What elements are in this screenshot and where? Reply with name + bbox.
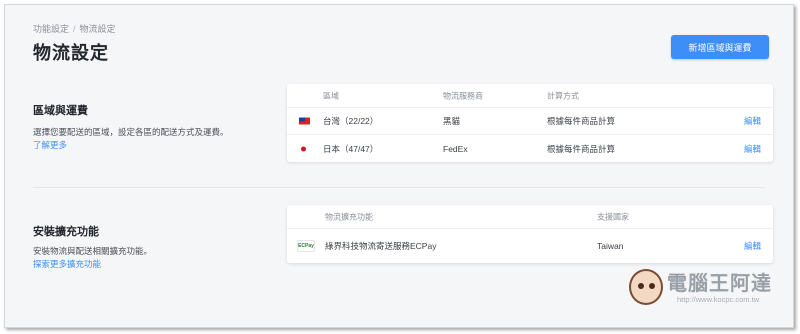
calculation-method: 根據每件商品計算 xyxy=(547,143,616,154)
japan-flag-icon xyxy=(301,146,306,151)
watermark: 電腦王阿達 http://www.kocpc.com.tw xyxy=(629,267,779,313)
learn-more-link[interactable]: 了解更多 xyxy=(33,139,67,151)
provider-name: FedEx xyxy=(443,143,468,154)
column-header-method: 計算方式 xyxy=(547,91,579,100)
app-window: 功能設定 / 物流設定 物流設定 新增區域與運費 區域與運費 選擇您要配送的區域，設… xyxy=(4,4,794,328)
table-row[interactable]: 台灣（22/22） 黑貓 根據每件商品計算 編輯 xyxy=(287,108,773,135)
explore-extensions-link[interactable]: 探索更多擴充功能 xyxy=(33,258,101,270)
breadcrumb: 功能設定 / 物流設定 xyxy=(33,22,116,35)
regions-table: 區域 物流服務商 計算方式 台灣（22/22） 黑貓 根據每件商品計算 編輯 日… xyxy=(287,84,773,162)
breadcrumb-parent[interactable]: 功能設定 xyxy=(33,24,69,34)
taiwan-flag-icon xyxy=(299,117,310,125)
table-header-row: 區域 物流服務商 計算方式 xyxy=(287,84,773,108)
watermark-text: 電腦王阿達 xyxy=(667,271,772,295)
mascot-face-icon xyxy=(629,269,663,305)
column-header-region: 區域 xyxy=(323,91,339,100)
table-row[interactable]: 日本（47/47） FedEx 根據每件商品計算 編輯 xyxy=(287,135,773,162)
regions-section-description: 選擇您要配送的區域，設定各區的配送方式及運費。 xyxy=(33,127,229,137)
edit-link[interactable]: 編輯 xyxy=(744,143,761,155)
table-row[interactable]: ECPay 綠界科技物流寄送服務ECPay Taiwan 編輯 xyxy=(287,229,773,263)
ecpay-logo-icon: ECPay xyxy=(297,240,315,252)
column-header-country: 支援國家 xyxy=(597,212,629,221)
extension-name: 綠界科技物流寄送服務ECPay xyxy=(325,241,437,251)
column-header-provider: 物流服務商 xyxy=(443,91,483,100)
regions-section-title: 區域與運費 xyxy=(33,105,88,117)
column-header-extension: 物流擴充功能 xyxy=(325,212,373,221)
page-title: 物流設定 xyxy=(33,43,109,63)
extensions-section-title: 安裝擴充功能 xyxy=(33,226,99,238)
calculation-method: 根據每件商品計算 xyxy=(547,116,616,126)
section-divider xyxy=(33,187,765,188)
extensions-table: 物流擴充功能 支援國家 ECPay 綠界科技物流寄送服務ECPay Taiwan… xyxy=(287,205,773,263)
provider-name: 黑貓 xyxy=(443,116,461,126)
breadcrumb-current: 物流設定 xyxy=(79,24,116,34)
extensions-section-description: 安裝物流與配送相關擴充功能。 xyxy=(33,246,153,256)
watermark-url: http://www.kocpc.com.tw xyxy=(677,295,760,304)
add-region-shipping-button[interactable]: 新增區域與運費 xyxy=(671,35,769,59)
region-name: 台灣（22/22） xyxy=(323,116,379,126)
edit-link[interactable]: 編輯 xyxy=(744,240,761,252)
table-header-row: 物流擴充功能 支援國家 xyxy=(287,205,773,229)
supported-country: Taiwan xyxy=(597,241,624,251)
edit-link[interactable]: 編輯 xyxy=(744,115,761,127)
region-name: 日本（47/47） xyxy=(323,143,379,154)
breadcrumb-separator: / xyxy=(73,24,76,34)
